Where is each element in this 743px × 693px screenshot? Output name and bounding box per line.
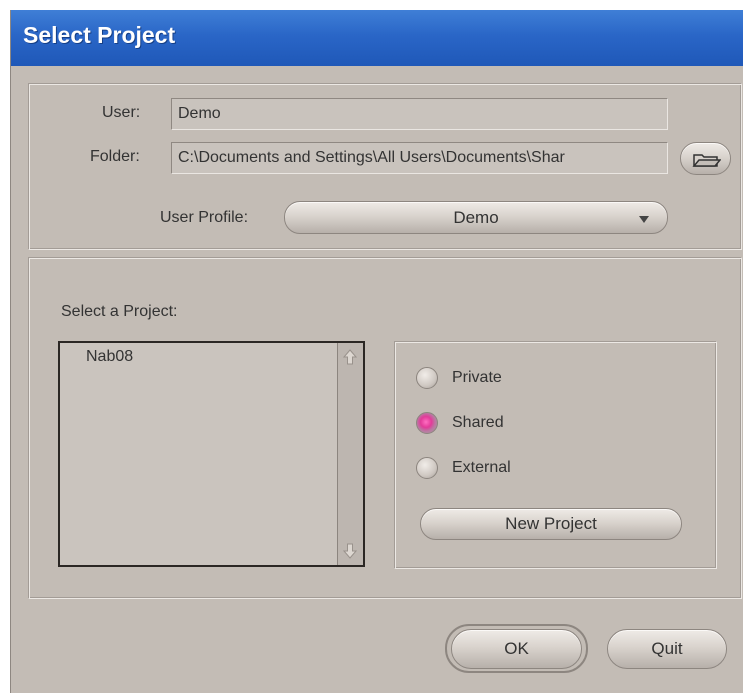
new-project-label: New Project	[505, 514, 597, 533]
user-label: User:	[102, 104, 141, 121]
quit-label: Quit	[651, 639, 683, 658]
ok-label: OK	[504, 639, 529, 658]
user-profile-value: Demo	[453, 208, 499, 227]
browse-folder-button[interactable]	[680, 142, 731, 175]
list-item[interactable]: Nab08	[86, 348, 133, 366]
external-label[interactable]: External	[452, 459, 511, 477]
window-title: Select Project	[23, 22, 176, 48]
private-label[interactable]: Private	[452, 369, 502, 387]
arrow-down-icon[interactable]	[343, 543, 357, 559]
radio-shared[interactable]	[416, 412, 438, 434]
project-type-group: Private Shared External New Project	[394, 341, 717, 569]
arrow-up-icon[interactable]	[343, 349, 357, 365]
user-profile-label: User Profile:	[160, 209, 249, 226]
user-profile-dropdown[interactable]: Demo	[284, 201, 668, 234]
select-project-label: Select a Project:	[61, 303, 178, 320]
project-list[interactable]: Nab08	[58, 341, 365, 567]
radio-private[interactable]	[416, 367, 438, 389]
folder-field[interactable]: C:\Documents and Settings\All Users\Docu…	[171, 142, 668, 174]
folder-open-icon	[692, 154, 721, 167]
title-bar[interactable]: Select Project	[11, 10, 743, 66]
scrollbar[interactable]	[337, 343, 363, 565]
user-field[interactable]: Demo	[171, 98, 668, 130]
radio-external[interactable]	[416, 457, 438, 479]
user-info-panel: User: Demo Folder: C:\Documents and Sett…	[28, 83, 742, 250]
folder-label: Folder:	[90, 148, 140, 165]
shared-label[interactable]: Shared	[452, 414, 504, 432]
quit-button[interactable]: Quit	[607, 629, 727, 669]
triangle-down-icon	[639, 216, 649, 223]
ok-button[interactable]: OK	[451, 629, 582, 669]
new-project-button[interactable]: New Project	[420, 508, 682, 540]
select-project-dialog: Select Project User: Demo Folder: C:\Doc…	[10, 10, 743, 693]
project-panel: Select a Project: Nab08 Private Shared E…	[28, 257, 742, 599]
